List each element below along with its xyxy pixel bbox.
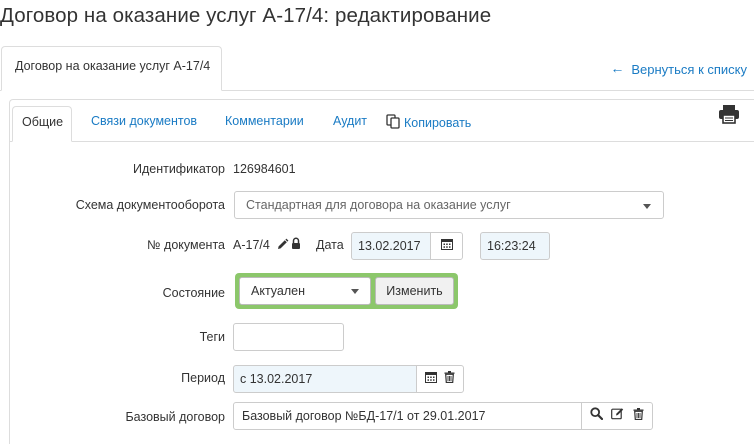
caret-down-icon [643,204,651,209]
tab-general[interactable]: Общие [12,106,72,142]
back-to-list-label: Вернуться к списку [631,61,747,77]
state-select-value: Актуален [251,284,306,298]
docnum-label: № документа [147,238,225,252]
trash-icon[interactable] [444,370,455,388]
state-group: Актуален Изменить [235,273,458,309]
period-actions [416,365,464,393]
schema-label: Схема документооборота [75,198,225,212]
copy-icon [386,114,401,132]
tags-input[interactable] [233,323,344,351]
edit-icon[interactable] [611,407,624,425]
tab-comments-label: Комментарии [225,114,304,128]
period-input[interactable]: с 13.02.2017 [233,365,418,393]
copy-button[interactable]: Копировать [386,106,471,142]
tab-comments[interactable]: Комментарии [225,106,304,142]
state-select[interactable]: Актуален [239,277,371,305]
printer-icon[interactable] [718,104,740,129]
document-panel: Общие Связи документов Комментарии Аудит… [9,99,754,444]
lock-icon [291,237,301,255]
date-label: Дата [316,238,344,252]
period-label: Период [181,371,225,385]
caret-down-icon [351,289,359,294]
page-title: Договор на оказание услуг А-17/4: редакт… [0,4,492,27]
change-state-label: Изменить [386,284,443,298]
tab-audit[interactable]: Аудит [333,106,367,142]
tab-links[interactable]: Связи документов [91,106,197,142]
base-contract-label: Базовый договор [125,410,225,424]
tab-document-label: Договор на оказание услуг А-17/4 [15,59,211,73]
identifier-value: 126984601 [233,162,296,176]
back-to-list-link[interactable]: ← Вернуться к списку [610,60,747,77]
state-label: Состояние [162,286,225,300]
period-input-value: с 13.02.2017 [240,372,313,386]
calendar-icon[interactable] [424,370,437,388]
schema-select[interactable]: Стандартная для договора на оказание усл… [234,191,664,219]
trash-icon[interactable] [633,407,644,425]
docnum-value: А-17/4 [233,238,270,252]
date-input-value: 13.02.2017 [358,239,421,253]
tab-general-label: Общие [22,115,64,129]
tags-label: Теги [199,330,225,344]
date-picker-button[interactable] [430,232,463,260]
schema-select-value: Стандартная для договора на оказание усл… [246,198,511,212]
base-contract-actions [581,402,653,430]
calendar-icon [440,237,453,255]
pencil-icon[interactable] [276,238,289,256]
base-contract-input[interactable]: Базовый договор №БД-17/1 от 29.01.2017 [233,402,583,430]
search-icon[interactable] [590,407,604,425]
time-input-value: 16:23:24 [487,239,536,253]
date-input[interactable]: 13.02.2017 [351,232,432,260]
change-state-button[interactable]: Изменить [375,277,454,305]
tab-audit-label: Аудит [333,114,368,128]
base-contract-value: Базовый договор №БД-17/1 от 29.01.2017 [242,409,486,423]
copy-label: Копировать [404,116,472,130]
identifier-label: Идентификатор [132,162,225,176]
time-input[interactable]: 16:23:24 [480,232,550,260]
arrow-left-icon: ← [610,60,625,76]
tab-document[interactable]: Договор на оказание услуг А-17/4 [1,46,222,91]
tab-links-label: Связи документов [91,114,198,128]
